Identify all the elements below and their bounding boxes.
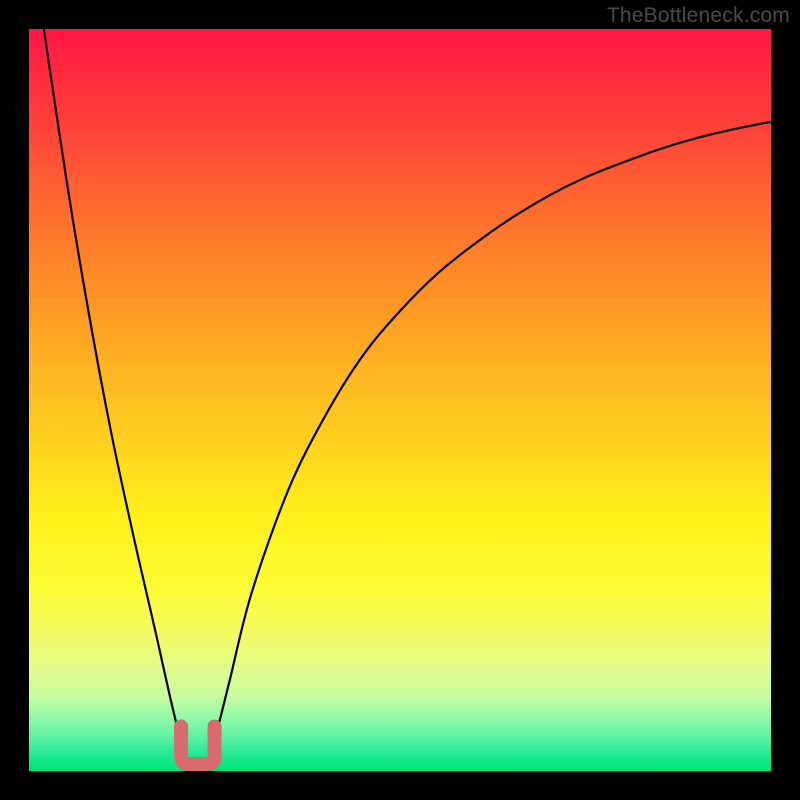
chart-svg — [29, 29, 771, 771]
optimal-marker — [181, 727, 214, 765]
bottleneck-curve — [44, 29, 771, 773]
chart-plot-area — [29, 29, 771, 771]
watermark-text: TheBottleneck.com — [607, 4, 790, 28]
